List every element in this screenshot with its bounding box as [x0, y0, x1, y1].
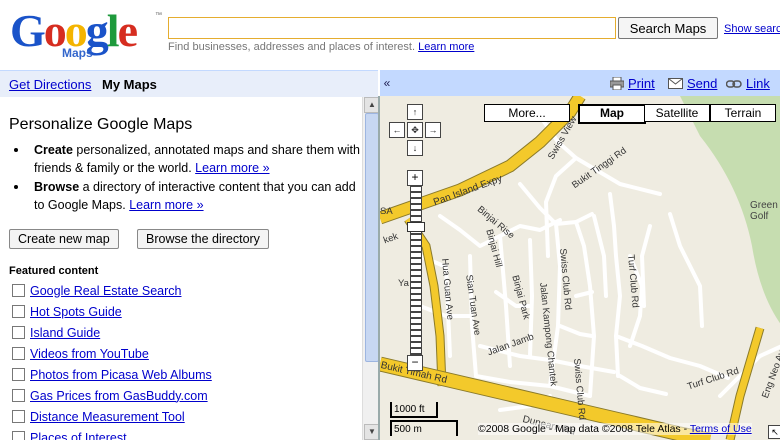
my-maps-panel: Personalize Google Maps Create personali…	[0, 97, 362, 440]
zoom-track[interactable]	[410, 186, 422, 356]
overview-toggle-icon[interactable]: ↖	[768, 425, 780, 439]
featured-item-link[interactable]: Gas Prices from GasBuddy.com	[30, 389, 208, 403]
map-scale: 1000 ft 500 m	[390, 402, 460, 436]
featured-checkbox[interactable]	[12, 284, 25, 297]
featured-item[interactable]: Places of Interest	[12, 427, 212, 440]
map-type-terrain-button[interactable]: Terrain	[710, 104, 776, 122]
scrollbar-thumb[interactable]	[365, 113, 379, 362]
envelope-icon	[668, 78, 683, 89]
featured-checkbox[interactable]	[12, 326, 25, 339]
bullet-dot	[14, 148, 18, 152]
featured-item-link[interactable]: Google Real Estate Search	[30, 284, 181, 298]
search-hint-text: Find businesses, addresses and places of…	[168, 41, 416, 53]
featured-item[interactable]: Photos from Picasa Web Albums	[12, 364, 212, 385]
create-learn-more-link[interactable]: Learn more »	[195, 161, 269, 175]
map-type-map-button[interactable]: Map	[578, 104, 646, 124]
more-layers-button[interactable]: More...	[484, 104, 570, 122]
tab-get-directions[interactable]: Get Directions	[9, 77, 91, 92]
scale-label-ft: 1000 ft	[394, 404, 425, 415]
featured-item[interactable]: Gas Prices from GasBuddy.com	[12, 385, 212, 406]
bullet-create: Create personalized, annotated maps and …	[14, 141, 362, 177]
featured-item[interactable]: Videos from YouTube	[12, 343, 212, 364]
zoom-in-plus-icon[interactable]: +	[407, 170, 423, 186]
bullet-browse: Browse a directory of interactive conten…	[14, 178, 362, 214]
send-label: Send	[687, 76, 718, 91]
logo-sub: Maps	[62, 46, 93, 60]
bullet-create-text: Create personalized, annotated maps and …	[34, 141, 362, 177]
zoom-out-minus-icon[interactable]: −	[407, 355, 423, 371]
send-button[interactable]: Send	[668, 76, 717, 91]
print-label: Print	[628, 76, 655, 91]
featured-checkbox[interactable]	[12, 431, 25, 440]
link-label: Link	[746, 76, 770, 91]
panel-title: Personalize Google Maps	[9, 116, 193, 133]
panel-scrollbar[interactable]: ▲ ▼	[362, 97, 380, 440]
map-view[interactable]: Pan Island Expy Bukit Tinggi Rd Swiss Vi…	[378, 96, 780, 440]
pan-control: ↑ ← ✥ → ↓	[388, 102, 441, 156]
featured-item[interactable]: Island Guide	[12, 322, 212, 343]
bullet-browse-text: Browse a directory of interactive conten…	[34, 178, 362, 214]
pan-left-arrow-icon[interactable]: ←	[389, 122, 405, 138]
featured-item[interactable]: Distance Measurement Tool	[12, 406, 212, 427]
map-copyright: ©2008 Google - Map data ©2008 Tele Atlas…	[478, 423, 752, 435]
zoom-slider[interactable]: + −	[407, 170, 425, 371]
map-label-sa: SA	[380, 206, 393, 217]
featured-checkbox[interactable]	[12, 347, 25, 360]
featured-item-link[interactable]: Videos from YouTube	[30, 347, 149, 361]
featured-item-link[interactable]: Hot Spots Guide	[30, 305, 122, 319]
bullet-browse-bold: Browse	[34, 180, 80, 194]
browse-directory-button[interactable]: Browse the directory	[137, 229, 269, 249]
featured-item[interactable]: Google Real Estate Search	[12, 280, 212, 301]
pan-up-arrow-icon[interactable]: ↑	[407, 104, 423, 120]
pan-down-arrow-icon[interactable]: ↓	[407, 140, 423, 156]
featured-content-title: Featured content	[9, 265, 99, 277]
featured-item-link[interactable]: Distance Measurement Tool	[30, 410, 185, 424]
create-new-map-button[interactable]: Create new map	[9, 229, 119, 249]
print-button[interactable]: Print	[610, 76, 655, 91]
pan-center-icon[interactable]: ✥	[407, 122, 423, 138]
show-search-options-link[interactable]: Show search	[724, 23, 780, 35]
featured-item-link[interactable]: Photos from Picasa Web Albums	[30, 368, 212, 382]
panel-tabs: Get Directions My Maps	[0, 70, 378, 97]
terms-of-use-link[interactable]: Terms of Use	[690, 423, 752, 435]
collapse-panel-button[interactable]: «	[380, 70, 394, 96]
featured-checkbox[interactable]	[12, 410, 25, 423]
bullet-dot	[14, 185, 18, 189]
search-hint: Find businesses, addresses and places of…	[168, 41, 474, 53]
bullet-create-bold: Create	[34, 143, 73, 157]
featured-content-list: Google Real Estate Search Hot Spots Guide…	[12, 280, 212, 440]
zoom-handle[interactable]	[407, 222, 425, 232]
logo-trademark: ™	[155, 12, 162, 19]
featured-item[interactable]: Hot Spots Guide	[12, 301, 212, 322]
header: Google Maps ™ Search Maps Show search Fi…	[0, 0, 780, 70]
map-type-satellite-button[interactable]: Satellite	[644, 104, 710, 122]
search-input[interactable]	[168, 17, 616, 39]
search-maps-button[interactable]: Search Maps	[618, 17, 718, 39]
featured-item-link[interactable]: Places of Interest	[30, 431, 127, 440]
printer-icon	[610, 77, 624, 90]
featured-checkbox[interactable]	[12, 368, 25, 381]
link-button[interactable]: Link	[726, 76, 770, 91]
featured-checkbox[interactable]	[12, 389, 25, 402]
pan-right-arrow-icon[interactable]: →	[425, 122, 441, 138]
learn-more-link[interactable]: Learn more	[418, 41, 474, 53]
featured-item-link[interactable]: Island Guide	[30, 326, 100, 340]
map-label-green-golf: Green Golf	[750, 200, 778, 222]
tab-my-maps[interactable]: My Maps	[102, 77, 157, 92]
featured-checkbox[interactable]	[12, 305, 25, 318]
google-maps-logo[interactable]: Google Maps ™	[10, 6, 162, 62]
map-toolbar: Print Send Link	[394, 70, 780, 96]
copyright-text: ©2008 Google - Map data ©2008 Tele Atlas…	[478, 423, 690, 435]
chain-link-icon	[726, 79, 742, 88]
browse-learn-more-link[interactable]: Learn more »	[129, 198, 203, 212]
scale-label-m: 500 m	[394, 424, 422, 435]
